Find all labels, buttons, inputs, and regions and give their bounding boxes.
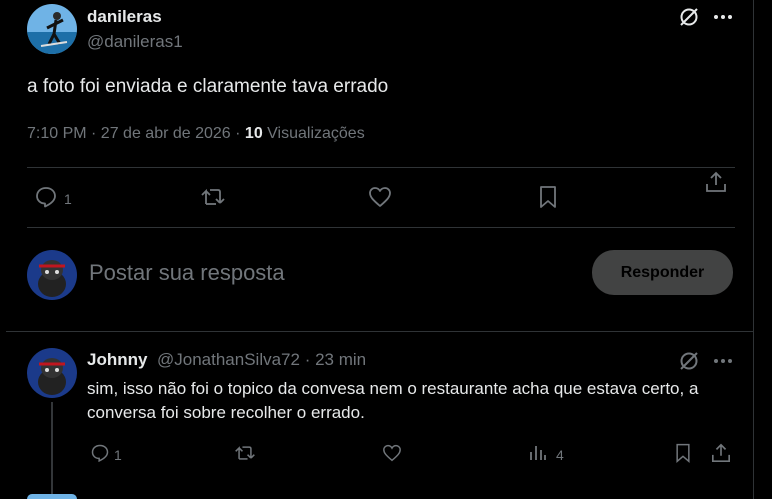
my-avatar[interactable] bbox=[27, 250, 77, 300]
views-count: 4 bbox=[556, 447, 564, 463]
retweet-icon[interactable] bbox=[198, 183, 228, 211]
reply-button-label: Responder bbox=[620, 263, 705, 281]
tweet-timestamp: 7:10 PM · 27 de abr de 2026 · 10 Visuali… bbox=[27, 125, 365, 143]
timeline-column: danileras @danileras1 a foto foi enviada… bbox=[6, 0, 754, 499]
display-name[interactable]: danileras bbox=[87, 7, 162, 27]
character-avatar-icon bbox=[27, 250, 77, 300]
next-avatar[interactable] bbox=[27, 494, 77, 499]
user-handle[interactable]: @danileras1 bbox=[87, 32, 183, 52]
bookmark-icon[interactable] bbox=[535, 183, 561, 211]
reply-count: 1 bbox=[114, 447, 122, 463]
grok-icon[interactable] bbox=[676, 349, 702, 373]
divider bbox=[27, 167, 735, 168]
share-icon[interactable] bbox=[709, 441, 733, 465]
reply-button[interactable]: Responder bbox=[592, 250, 733, 295]
surfer-avatar-icon bbox=[27, 4, 77, 54]
retweet-icon[interactable] bbox=[232, 441, 258, 465]
views-label: Visualizações bbox=[262, 125, 365, 142]
reply-count: 1 bbox=[64, 191, 72, 207]
bookmark-icon[interactable] bbox=[672, 441, 694, 465]
reply-icon[interactable] bbox=[88, 441, 112, 465]
reply-text: sim, isso não foi o topico da convesa ne… bbox=[87, 379, 699, 422]
reply-avatar[interactable] bbox=[27, 348, 77, 398]
tweet-text: a foto foi enviada e claramente tava err… bbox=[27, 76, 389, 97]
grok-icon[interactable] bbox=[676, 5, 702, 29]
more-options-icon[interactable] bbox=[710, 349, 736, 373]
character-avatar-icon bbox=[27, 348, 77, 398]
timestamp-text[interactable]: 7:10 PM · 27 de abr de 2026 · bbox=[27, 125, 245, 142]
reply-handle-time[interactable]: @JonathanSilva72 · 23 min bbox=[157, 350, 366, 370]
main-tweet: danileras @danileras1 a foto foi enviada… bbox=[6, 0, 754, 332]
thread-line bbox=[51, 402, 53, 499]
avatar[interactable] bbox=[27, 4, 77, 54]
like-icon[interactable] bbox=[380, 441, 404, 465]
views-icon[interactable] bbox=[526, 441, 550, 465]
like-icon[interactable] bbox=[366, 183, 394, 211]
more-options-icon[interactable] bbox=[710, 5, 736, 29]
divider bbox=[27, 227, 735, 228]
reply-icon[interactable] bbox=[32, 183, 60, 211]
views-count: 10 bbox=[244, 125, 263, 142]
reply-input[interactable]: Postar sua resposta bbox=[89, 260, 285, 286]
reply-display-name[interactable]: Johnny bbox=[87, 350, 147, 370]
share-icon[interactable] bbox=[702, 168, 730, 196]
